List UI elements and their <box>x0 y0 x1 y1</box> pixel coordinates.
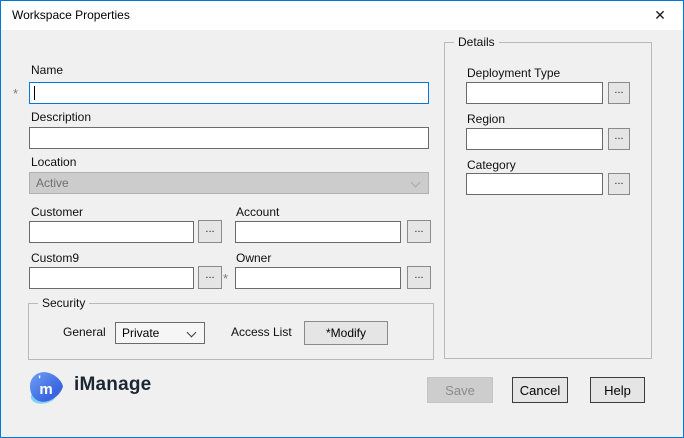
category-label: Category <box>467 158 516 172</box>
location-value: Active <box>36 176 69 190</box>
customer-label: Customer <box>31 205 83 219</box>
deployment-type-browse-button[interactable]: ... <box>608 82 630 104</box>
text-caret <box>34 86 35 100</box>
category-browse-button[interactable]: ... <box>608 173 630 195</box>
custom9-browse-button[interactable]: ... <box>198 266 222 289</box>
deployment-type-input[interactable] <box>466 82 603 104</box>
details-group-label: Details <box>454 35 499 49</box>
category-input[interactable] <box>466 173 603 195</box>
close-button[interactable]: ✕ <box>637 1 683 30</box>
account-input[interactable] <box>235 221 401 243</box>
general-security-value: Private <box>122 326 159 340</box>
description-input[interactable] <box>29 127 429 149</box>
account-browse-button[interactable]: ... <box>407 220 431 243</box>
account-label: Account <box>236 205 279 219</box>
chevron-down-icon <box>187 328 197 338</box>
general-label: General <box>63 325 106 339</box>
location-dropdown: Active <box>29 172 429 194</box>
security-group: Security General Private Access List *Mo… <box>28 303 434 360</box>
owner-label: Owner <box>236 251 271 265</box>
chevron-down-icon <box>411 178 421 188</box>
details-group: Details Deployment Type ... Region ... C… <box>444 42 652 359</box>
help-button[interactable]: Help <box>590 377 645 403</box>
workspace-properties-dialog: Workspace Properties ✕ Name * Descriptio… <box>0 0 684 438</box>
name-input[interactable] <box>29 82 429 104</box>
custom9-input[interactable] <box>29 267 194 289</box>
general-security-dropdown[interactable]: Private <box>115 322 205 344</box>
region-label: Region <box>467 112 505 126</box>
close-icon: ✕ <box>654 7 666 23</box>
location-label: Location <box>31 155 76 169</box>
svg-text:m: m <box>39 381 52 398</box>
owner-browse-button[interactable]: ... <box>407 266 431 289</box>
imanage-logo-icon: m ' <box>27 370 65 405</box>
svg-text:': ' <box>38 374 41 386</box>
region-input[interactable] <box>466 128 603 150</box>
cancel-button[interactable]: Cancel <box>512 377 568 403</box>
title-bar: Workspace Properties ✕ <box>1 1 683 30</box>
name-label: Name <box>31 63 63 77</box>
deployment-type-label: Deployment Type <box>467 66 560 80</box>
access-list-label: Access List <box>231 325 292 339</box>
owner-required-marker: * <box>223 271 228 286</box>
name-required-marker: * <box>13 86 18 101</box>
modify-access-list-button[interactable]: *Modify <box>304 321 388 345</box>
customer-browse-button[interactable]: ... <box>198 220 222 243</box>
description-label: Description <box>31 110 91 124</box>
brand-wordmark: iManage <box>74 374 151 396</box>
region-browse-button[interactable]: ... <box>608 128 630 150</box>
security-group-label: Security <box>38 296 89 310</box>
window-title: Workspace Properties <box>12 8 130 22</box>
save-button[interactable]: Save <box>427 377 493 403</box>
custom9-label: Custom9 <box>31 251 79 265</box>
dialog-body: Name * Description Location Active Custo… <box>1 30 683 437</box>
owner-input[interactable] <box>235 267 401 289</box>
customer-input[interactable] <box>29 221 194 243</box>
